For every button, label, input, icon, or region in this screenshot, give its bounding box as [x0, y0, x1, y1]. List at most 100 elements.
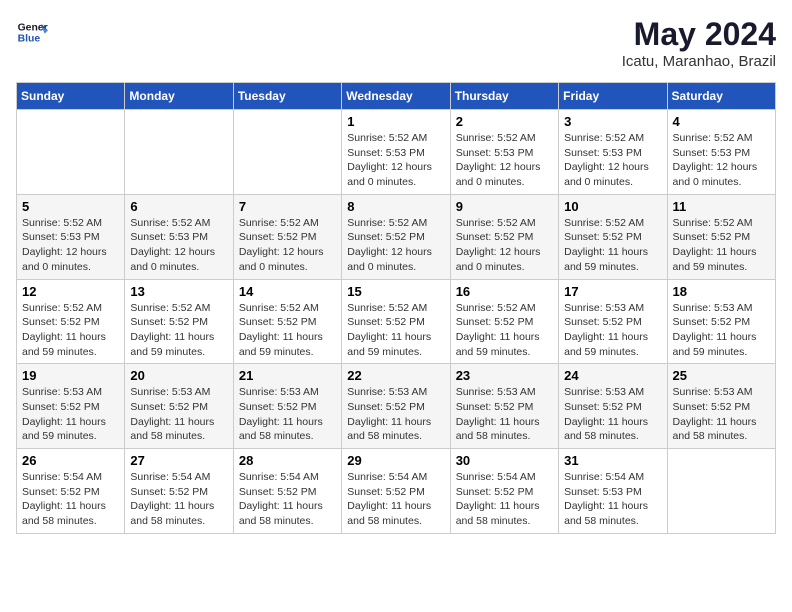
- day-info: Sunrise: 5:54 AMSunset: 5:53 PMDaylight:…: [564, 470, 661, 529]
- title-block: May 2024 Icatu, Maranhao, Brazil: [622, 16, 776, 70]
- day-number: 10: [564, 199, 661, 214]
- day-info: Sunrise: 5:54 AMSunset: 5:52 PMDaylight:…: [22, 470, 119, 529]
- calendar-cell: 29 Sunrise: 5:54 AMSunset: 5:52 PMDayligh…: [342, 449, 450, 534]
- location-subtitle: Icatu, Maranhao, Brazil: [622, 53, 776, 70]
- day-info: Sunrise: 5:53 AMSunset: 5:52 PMDaylight:…: [130, 385, 227, 444]
- day-info: Sunrise: 5:52 AMSunset: 5:53 PMDaylight:…: [347, 131, 444, 190]
- day-number: 26: [22, 453, 119, 468]
- calendar-cell: 5 Sunrise: 5:52 AMSunset: 5:53 PMDaylight…: [17, 194, 125, 279]
- calendar-header-row: SundayMondayTuesdayWednesdayThursdayFrid…: [17, 83, 776, 110]
- day-number: 16: [456, 284, 553, 299]
- calendar-cell: 11 Sunrise: 5:52 AMSunset: 5:52 PMDayligh…: [667, 194, 775, 279]
- day-number: 14: [239, 284, 336, 299]
- day-info: Sunrise: 5:52 AMSunset: 5:53 PMDaylight:…: [564, 131, 661, 190]
- calendar-cell: 3 Sunrise: 5:52 AMSunset: 5:53 PMDaylight…: [559, 110, 667, 195]
- calendar-cell: 10Sunrise: 5:52 AMSunset: 5:52 PMDayligh…: [559, 194, 667, 279]
- calendar-cell: 9 Sunrise: 5:52 AMSunset: 5:52 PMDaylight…: [450, 194, 558, 279]
- calendar-cell: 12Sunrise: 5:52 AMSunset: 5:52 PMDayligh…: [17, 279, 125, 364]
- calendar-cell: 28 Sunrise: 5:54 AMSunset: 5:52 PMDayligh…: [233, 449, 341, 534]
- day-number: 18: [673, 284, 770, 299]
- calendar-cell: [125, 110, 233, 195]
- day-number: 11: [673, 199, 770, 214]
- calendar-cell: 30 Sunrise: 5:54 AMSunset: 5:52 PMDayligh…: [450, 449, 558, 534]
- page-header: General Blue May 2024 Icatu, Maranhao, B…: [16, 16, 776, 70]
- day-info: Sunrise: 5:52 AMSunset: 5:52 PMDaylight:…: [22, 301, 119, 360]
- calendar-cell: 14 Sunrise: 5:52 AMSunset: 5:52 PMDayligh…: [233, 279, 341, 364]
- day-info: Sunrise: 5:52 AMSunset: 5:52 PMDaylight:…: [239, 301, 336, 360]
- day-number: 31: [564, 453, 661, 468]
- logo-icon: General Blue: [16, 16, 48, 48]
- day-info: Sunrise: 5:53 AMSunset: 5:52 PMDaylight:…: [239, 385, 336, 444]
- day-number: 13: [130, 284, 227, 299]
- day-number: 27: [130, 453, 227, 468]
- calendar-cell: [667, 449, 775, 534]
- day-number: 1: [347, 114, 444, 129]
- calendar-cell: 31 Sunrise: 5:54 AMSunset: 5:53 PMDayligh…: [559, 449, 667, 534]
- calendar-cell: 22 Sunrise: 5:53 AMSunset: 5:52 PMDayligh…: [342, 364, 450, 449]
- svg-text:Blue: Blue: [18, 34, 41, 45]
- day-info: Sunrise: 5:52 AMSunset: 5:52 PMDaylight:…: [347, 216, 444, 275]
- day-info: Sunrise: 5:53 AMSunset: 5:52 PMDaylight:…: [347, 385, 444, 444]
- day-number: 23: [456, 368, 553, 383]
- calendar-cell: 25Sunrise: 5:53 AMSunset: 5:52 PMDayligh…: [667, 364, 775, 449]
- col-header-saturday: Saturday: [667, 83, 775, 110]
- day-info: Sunrise: 5:53 AMSunset: 5:52 PMDaylight:…: [456, 385, 553, 444]
- calendar-week-row: 26 Sunrise: 5:54 AMSunset: 5:52 PMDayligh…: [17, 449, 776, 534]
- day-info: Sunrise: 5:52 AMSunset: 5:52 PMDaylight:…: [456, 301, 553, 360]
- day-number: 6: [130, 199, 227, 214]
- day-info: Sunrise: 5:52 AMSunset: 5:53 PMDaylight:…: [22, 216, 119, 275]
- day-info: Sunrise: 5:54 AMSunset: 5:52 PMDaylight:…: [347, 470, 444, 529]
- calendar-cell: 26 Sunrise: 5:54 AMSunset: 5:52 PMDayligh…: [17, 449, 125, 534]
- calendar-cell: [233, 110, 341, 195]
- calendar-cell: 6Sunrise: 5:52 AMSunset: 5:53 PMDaylight…: [125, 194, 233, 279]
- day-info: Sunrise: 5:54 AMSunset: 5:52 PMDaylight:…: [130, 470, 227, 529]
- calendar-cell: 20 Sunrise: 5:53 AMSunset: 5:52 PMDayligh…: [125, 364, 233, 449]
- day-number: 3: [564, 114, 661, 129]
- col-header-wednesday: Wednesday: [342, 83, 450, 110]
- calendar-cell: 2 Sunrise: 5:52 AMSunset: 5:53 PMDaylight…: [450, 110, 558, 195]
- month-year-title: May 2024: [622, 16, 776, 53]
- calendar-cell: [17, 110, 125, 195]
- day-number: 17: [564, 284, 661, 299]
- day-info: Sunrise: 5:54 AMSunset: 5:52 PMDaylight:…: [239, 470, 336, 529]
- day-number: 9: [456, 199, 553, 214]
- day-info: Sunrise: 5:52 AMSunset: 5:52 PMDaylight:…: [239, 216, 336, 275]
- calendar-week-row: 1 Sunrise: 5:52 AMSunset: 5:53 PMDaylight…: [17, 110, 776, 195]
- calendar-cell: 24 Sunrise: 5:53 AMSunset: 5:52 PMDayligh…: [559, 364, 667, 449]
- day-number: 21: [239, 368, 336, 383]
- calendar-week-row: 5 Sunrise: 5:52 AMSunset: 5:53 PMDaylight…: [17, 194, 776, 279]
- day-number: 19: [22, 368, 119, 383]
- day-info: Sunrise: 5:53 AMSunset: 5:52 PMDaylight:…: [673, 385, 770, 444]
- day-number: 30: [456, 453, 553, 468]
- day-number: 22: [347, 368, 444, 383]
- day-number: 2: [456, 114, 553, 129]
- day-info: Sunrise: 5:54 AMSunset: 5:52 PMDaylight:…: [456, 470, 553, 529]
- day-info: Sunrise: 5:53 AMSunset: 5:52 PMDaylight:…: [564, 385, 661, 444]
- day-number: 20: [130, 368, 227, 383]
- col-header-thursday: Thursday: [450, 83, 558, 110]
- calendar-cell: 17Sunrise: 5:53 AMSunset: 5:52 PMDayligh…: [559, 279, 667, 364]
- day-info: Sunrise: 5:53 AMSunset: 5:52 PMDaylight:…: [22, 385, 119, 444]
- col-header-sunday: Sunday: [17, 83, 125, 110]
- day-info: Sunrise: 5:53 AMSunset: 5:52 PMDaylight:…: [673, 301, 770, 360]
- day-number: 4: [673, 114, 770, 129]
- calendar-cell: 4Sunrise: 5:52 AMSunset: 5:53 PMDaylight…: [667, 110, 775, 195]
- calendar-week-row: 19 Sunrise: 5:53 AMSunset: 5:52 PMDayligh…: [17, 364, 776, 449]
- calendar-cell: 23 Sunrise: 5:53 AMSunset: 5:52 PMDayligh…: [450, 364, 558, 449]
- day-number: 29: [347, 453, 444, 468]
- calendar-week-row: 12Sunrise: 5:52 AMSunset: 5:52 PMDayligh…: [17, 279, 776, 364]
- day-info: Sunrise: 5:52 AMSunset: 5:52 PMDaylight:…: [673, 216, 770, 275]
- day-number: 28: [239, 453, 336, 468]
- day-info: Sunrise: 5:52 AMSunset: 5:52 PMDaylight:…: [347, 301, 444, 360]
- calendar-cell: 7Sunrise: 5:52 AMSunset: 5:52 PMDaylight…: [233, 194, 341, 279]
- calendar-table: SundayMondayTuesdayWednesdayThursdayFrid…: [16, 82, 776, 534]
- day-info: Sunrise: 5:52 AMSunset: 5:52 PMDaylight:…: [456, 216, 553, 275]
- day-info: Sunrise: 5:52 AMSunset: 5:53 PMDaylight:…: [456, 131, 553, 190]
- col-header-friday: Friday: [559, 83, 667, 110]
- day-number: 5: [22, 199, 119, 214]
- calendar-cell: 13Sunrise: 5:52 AMSunset: 5:52 PMDayligh…: [125, 279, 233, 364]
- calendar-cell: 27 Sunrise: 5:54 AMSunset: 5:52 PMDayligh…: [125, 449, 233, 534]
- calendar-cell: 8 Sunrise: 5:52 AMSunset: 5:52 PMDaylight…: [342, 194, 450, 279]
- day-number: 24: [564, 368, 661, 383]
- day-number: 8: [347, 199, 444, 214]
